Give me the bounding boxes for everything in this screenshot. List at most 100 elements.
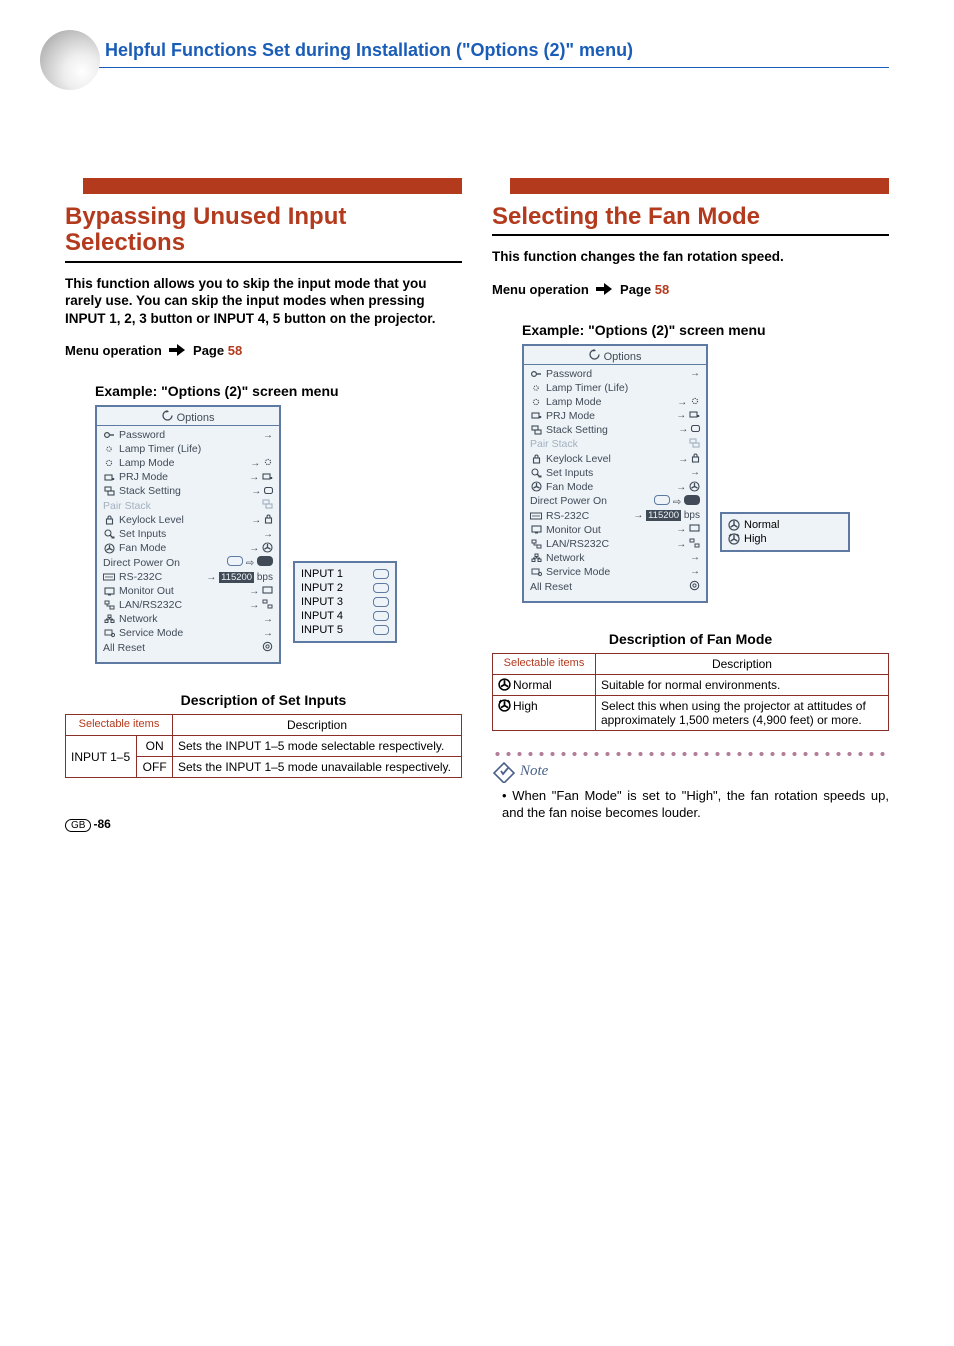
table-cell: Sets the INPUT 1–5 mode selectable respe… [172,736,461,757]
osd-item-label: Monitor Out [119,585,174,597]
toggle-pill-icon [373,569,389,579]
osd-item[interactable]: Lamp Timer (Life) [530,381,700,395]
lan-icon [103,600,115,611]
osd-item[interactable]: Direct Power On ⇨ [530,494,700,509]
table-header: Selectable items [493,653,596,674]
popup-label: INPUT 3 [301,596,343,608]
osd-item-label: Direct Power On [103,557,180,569]
arrow-right-icon: → [678,453,700,465]
osd-item[interactable]: Set Inputs→ [103,527,273,541]
arrow-right-icon: → [263,430,273,441]
osd-item-label: Network [546,552,585,564]
arrow-right-icon: → [249,472,273,483]
osd-item[interactable]: PRJ Mode→ [530,409,700,423]
popup-item[interactable]: INPUT 3 [301,595,389,609]
osd-item[interactable]: Keylock Level→ [103,513,273,527]
inputs-icon [530,467,542,478]
fan-icon [728,519,740,531]
popup-item[interactable]: INPUT 1 [301,567,389,581]
osd-item-label: Pair Stack [103,500,151,512]
page-link[interactable]: 58 [228,343,242,358]
network-icon [103,614,115,625]
osd-item[interactable]: RS-232C→ 115200 bps [103,570,273,584]
prj-icon [530,410,542,421]
osd-item-label: LAN/RS232C [546,538,609,550]
osd-item[interactable]: PRJ Mode→ [103,470,273,484]
note-label: Note [492,761,889,783]
osd-item[interactable]: LAN/RS232C→ [103,598,273,612]
osd-item-label: Fan Mode [546,481,593,493]
table-cell: INPUT 1–5 [66,736,137,778]
osd-item[interactable]: Keylock Level → [530,452,700,466]
osd-item[interactable]: Monitor Out→ [530,523,700,537]
arrow-right-icon: → [676,410,700,421]
arrow-right-icon: → [249,586,273,597]
prj-icon [103,472,115,483]
table-header: Description [172,715,461,736]
osd-item[interactable]: Lamp Mode→ [103,456,273,470]
osd-item[interactable]: Lamp Timer (Life) [103,442,273,456]
left-column: Bypassing Unused Input Selections This f… [65,178,462,822]
refresh-icon [589,349,601,360]
arrow-right-icon: → [263,628,273,639]
page-word: Page [620,282,651,297]
note-icon [492,761,516,783]
right-arrow-icon [169,344,185,359]
osd-item[interactable]: Password→ [530,367,700,381]
right-column: Selecting the Fan Mode This function cha… [492,178,889,822]
lamp-mode-icon [530,396,542,407]
section-bar [492,178,889,194]
popup-label: INPUT 5 [301,624,343,636]
lamp-icon [103,444,115,455]
section-title-left: Bypassing Unused Input Selections [65,204,462,257]
fan-high-icon [728,533,740,545]
popup-item[interactable]: Normal [728,518,842,532]
osd-item[interactable]: Password→ [103,428,273,442]
example-label-left: Example: "Options (2)" screen menu [95,383,462,399]
arrow-right-icon: → [263,529,273,540]
osd-item[interactable]: RS-232C→ 115200 bps [530,509,700,523]
osd-item[interactable]: Service Mode→ [103,626,273,640]
popup-item[interactable]: INPUT 2 [301,581,389,595]
table-cell: Sets the INPUT 1–5 mode unavailable resp… [172,757,461,778]
osd-item[interactable]: All Reset [530,579,700,595]
popup-label: High [744,533,767,545]
note-dots-decoration [492,749,889,759]
fan-icon [530,481,542,492]
note-label-text: Note [520,763,548,780]
example-label-right: Example: "Options (2)" screen menu [522,322,889,338]
osd-list-right: Password→ Lamp Timer (Life) Lamp Mode→ P… [524,365,706,601]
osd-item[interactable]: All Reset [103,640,273,656]
page-word: Page [193,343,224,358]
menu-operation-line: Menu operation Page 58 [65,343,462,359]
service-icon [103,628,115,639]
osd-item[interactable]: Monitor Out → [103,584,273,598]
popup-label: Normal [744,519,779,531]
popup-label: INPUT 1 [301,568,343,580]
osd-item[interactable]: Direct Power On ⇨ [103,555,273,570]
toggle-icon: ⇨ [654,495,700,508]
osd-item-label: RS-232C [119,571,162,583]
osd-item[interactable]: Stack Setting→ [530,423,700,437]
popup-item[interactable]: INPUT 4 [301,609,389,623]
osd-item-label: Keylock Level [546,453,611,465]
osd-item[interactable]: Service Mode→ [530,565,700,579]
reset-icon [262,641,273,655]
osd-item[interactable]: Fan Mode→ [530,480,700,494]
osd-item[interactable]: LAN/RS232C→ [530,537,700,551]
popup-item[interactable]: INPUT 5 [301,623,389,637]
table-header: Description [595,653,888,674]
title-underline [65,261,462,263]
lamp-icon [530,382,542,393]
page-link[interactable]: 58 [655,282,669,297]
osd-item[interactable]: Set Inputs→ [530,466,700,480]
osd-item-disabled: Pair Stack [530,437,700,452]
osd-menu-left: Options Password→ Lamp Timer (Life) Lamp… [95,405,281,664]
osd-item[interactable]: Fan Mode→ [103,541,273,555]
osd-item[interactable]: Network→ [530,551,700,565]
osd-menu-right: Options Password→ Lamp Timer (Life) Lamp… [522,344,708,603]
popup-item[interactable]: High [728,532,842,546]
osd-item[interactable]: Lamp Mode→ [530,395,700,409]
osd-item[interactable]: Network→ [103,612,273,626]
osd-item[interactable]: Stack Setting→ [103,484,273,498]
